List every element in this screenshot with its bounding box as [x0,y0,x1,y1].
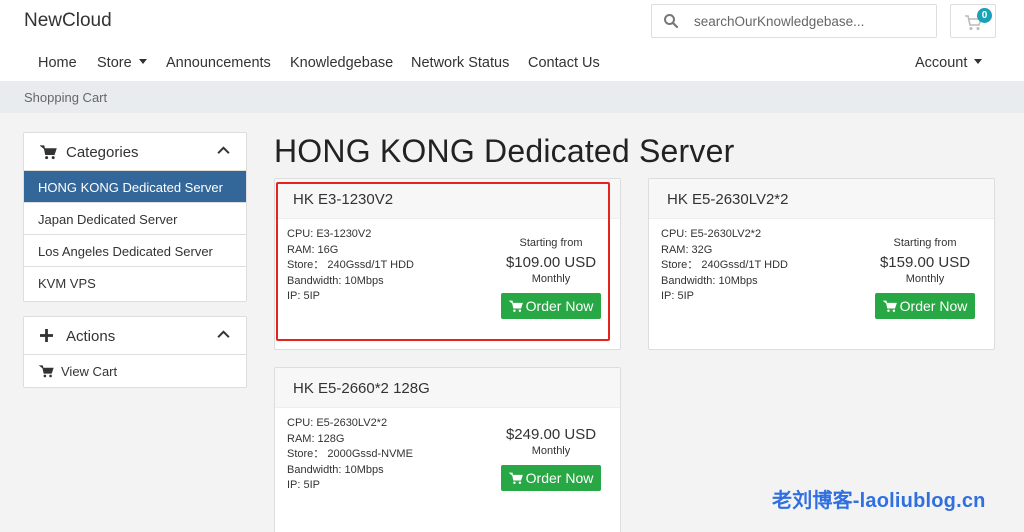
category-hong-kong[interactable]: HONG KONG Dedicated Server [24,171,246,203]
chevron-up-icon[interactable] [217,146,230,155]
knowledgebase-search[interactable] [651,4,937,38]
main-nav: Home Store Announcements Knowledgebase N… [0,53,1024,75]
cart-button[interactable]: 0 [950,4,996,38]
cart-icon [39,365,54,378]
nav-contact-us[interactable]: Contact Us [528,55,600,71]
actions-title: Actions [66,328,116,345]
product-price: $249.00 USD [505,426,597,443]
billing-cycle: Monthly [905,273,945,285]
nav-store-label: Store [97,55,132,71]
breadcrumb-current: Shopping Cart [24,90,108,105]
caret-down-icon [138,59,147,64]
nav-network-status[interactable]: Network Status [411,55,509,71]
product-name: HK E5-2660*2 128G [293,380,430,397]
nav-store[interactable]: Store [97,55,147,71]
nav-knowledgebase[interactable]: Knowledgebase [290,55,393,71]
cart-icon [508,472,523,485]
billing-cycle: Monthly [531,273,571,285]
product-header: HK E5-2660*2 128G [275,368,620,408]
starting-from-label: Starting from [519,237,583,249]
categories-list: HONG KONG Dedicated Server Japan Dedicat… [24,171,246,299]
actions-header[interactable]: Actions [24,317,246,355]
order-now-button[interactable]: Order Now [501,293,601,319]
actions-list: View Cart [24,355,246,387]
breadcrumb: Shopping Cart [0,81,1024,113]
product-specs: CPU: E5-2630LV2*2 RAM: 32G Store： 240Gss… [661,228,788,302]
product-header: HK E3-1230V2 [275,179,620,219]
category-japan[interactable]: Japan Dedicated Server [24,203,246,235]
product-name: HK E3-1230V2 [293,191,394,208]
order-now-button[interactable]: Order Now [875,293,975,319]
product-card: HK E5-2630LV2*2 CPU: E5-2630LV2*2 RAM: 3… [648,178,995,350]
caret-down-icon [974,59,983,64]
cart-count-badge: 0 [977,8,992,23]
brand-logo[interactable]: NewCloud [24,10,112,32]
page-title: HONG KONG Dedicated Server [274,133,735,169]
site-header: NewCloud 0 Home Store Announcements Know… [0,0,1024,81]
categories-header[interactable]: Categories [24,133,246,171]
search-icon [664,14,679,29]
categories-title: Categories [66,144,139,161]
product-card: HK E3-1230V2 CPU: E3-1230V2 RAM: 16G Sto… [274,178,621,350]
product-pricing: $249.00 USD Monthly Order Now [491,426,611,491]
product-specs: CPU: E3-1230V2 RAM: 16G Store： 240Gssd/1… [287,228,414,302]
product-pricing: Starting from $109.00 USD Monthly Order … [491,237,611,319]
main-content: Categories HONG KONG Dedicated Server Ja… [0,113,1024,532]
nav-account-label: Account [915,55,968,71]
product-specs: CPU: E5-2630LV2*2 RAM: 128G Store： 2000G… [287,417,413,491]
starting-from-label: Starting from [893,237,957,249]
product-card: HK E5-2660*2 128G CPU: E5-2630LV2*2 RAM:… [274,367,621,532]
view-cart-link[interactable]: View Cart [24,355,246,387]
cart-icon [508,300,523,313]
category-kvm-vps[interactable]: KVM VPS [24,267,246,299]
product-header: HK E5-2630LV2*2 [649,179,994,219]
plus-icon [40,329,53,342]
cart-icon [882,300,897,313]
product-price: $109.00 USD [505,254,597,271]
cart-icon [40,145,57,160]
nav-announcements[interactable]: Announcements [166,55,271,71]
actions-panel: Actions View Cart [23,316,247,388]
search-input[interactable] [694,12,924,30]
chevron-up-icon[interactable] [217,330,230,339]
order-now-button[interactable]: Order Now [501,465,601,491]
watermark: 老刘博客-laoliublog.cn [772,490,986,512]
product-name: HK E5-2630LV2*2 [667,191,789,208]
category-los-angeles[interactable]: Los Angeles Dedicated Server [24,235,246,267]
nav-account[interactable]: Account [915,55,983,71]
nav-home[interactable]: Home [38,55,77,71]
product-price: $159.00 USD [879,254,971,271]
billing-cycle: Monthly [531,445,571,457]
product-pricing: Starting from $159.00 USD Monthly Order … [865,237,985,319]
categories-panel: Categories HONG KONG Dedicated Server Ja… [23,132,247,302]
